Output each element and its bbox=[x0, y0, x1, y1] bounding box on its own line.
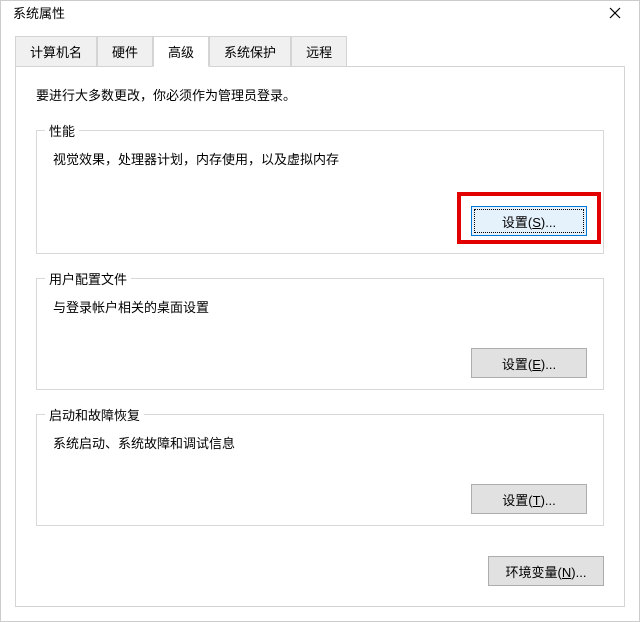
tab-remote[interactable]: 远程 bbox=[291, 36, 347, 67]
group-desc-startup-recovery: 系统启动、系统故障和调试信息 bbox=[53, 433, 587, 452]
environment-variables-button[interactable]: 环境变量(N)... bbox=[488, 556, 604, 586]
tab-hardware[interactable]: 硬件 bbox=[97, 36, 153, 67]
button-label: 环境变量(N)... bbox=[506, 562, 587, 581]
close-button[interactable] bbox=[591, 1, 639, 24]
group-buttons-user-profiles: 设置(E)... bbox=[53, 348, 587, 378]
group-startup-recovery: 启动和故障恢复 系统启动、系统故障和调试信息 设置(T)... bbox=[36, 414, 604, 526]
tab-content: 要进行大多数更改，你必须作为管理员登录。 性能 视觉效果，处理器计划，内存使用，… bbox=[15, 66, 625, 607]
group-title-performance: 性能 bbox=[45, 121, 79, 140]
tab-computer-name[interactable]: 计算机名 bbox=[15, 36, 97, 67]
group-desc-user-profiles: 与登录帐户相关的桌面设置 bbox=[53, 297, 587, 316]
group-title-user-profiles: 用户配置文件 bbox=[45, 269, 131, 288]
close-icon bbox=[609, 7, 621, 19]
button-label: 设置(E)... bbox=[502, 354, 556, 373]
button-label: 设置(S)... bbox=[502, 212, 556, 231]
titlebar: 系统属性 bbox=[1, 1, 639, 24]
group-user-profiles: 用户配置文件 与登录帐户相关的桌面设置 设置(E)... bbox=[36, 278, 604, 390]
button-label: 设置(T)... bbox=[502, 490, 555, 509]
group-title-startup-recovery: 启动和故障恢复 bbox=[45, 405, 144, 424]
user-profiles-settings-button[interactable]: 设置(E)... bbox=[471, 348, 587, 378]
tab-system-protection[interactable]: 系统保护 bbox=[209, 36, 291, 67]
group-desc-performance: 视觉效果，处理器计划，内存使用，以及虚拟内存 bbox=[53, 149, 587, 168]
group-buttons-performance: 设置(S)... bbox=[53, 206, 587, 236]
group-buttons-startup-recovery: 设置(T)... bbox=[53, 484, 587, 514]
performance-settings-button[interactable]: 设置(S)... bbox=[471, 206, 587, 236]
window-title: 系统属性 bbox=[13, 3, 65, 22]
bottom-row: 环境变量(N)... bbox=[36, 556, 604, 586]
group-performance: 性能 视觉效果，处理器计划，内存使用，以及虚拟内存 设置(S)... bbox=[36, 130, 604, 254]
tabs-row: 计算机名 硬件 高级 系统保护 远程 bbox=[1, 24, 639, 67]
system-properties-window: 系统属性 计算机名 硬件 高级 系统保护 远程 要进行大多数更改，你必须作为管理… bbox=[0, 0, 640, 622]
startup-recovery-settings-button[interactable]: 设置(T)... bbox=[471, 484, 587, 514]
tab-advanced[interactable]: 高级 bbox=[153, 36, 209, 67]
admin-notice: 要进行大多数更改，你必须作为管理员登录。 bbox=[36, 85, 604, 104]
